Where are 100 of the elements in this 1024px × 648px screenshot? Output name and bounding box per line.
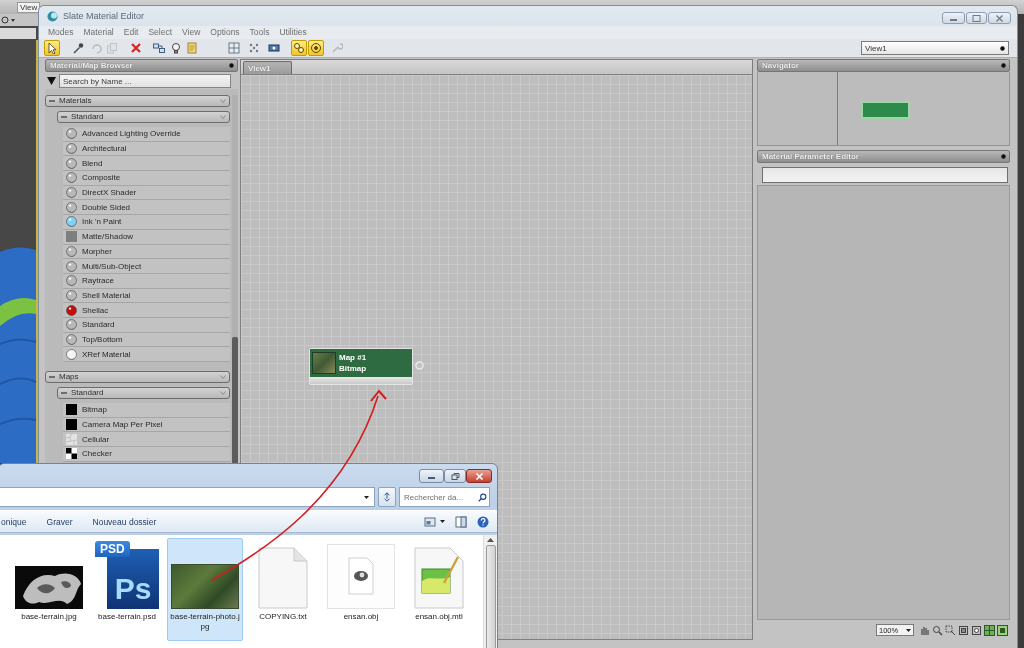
magnifier-icon (932, 624, 943, 636)
file-item[interactable]: ensan.obj.mtl (401, 538, 477, 641)
name-field[interactable] (762, 167, 1008, 183)
node-miniature (861, 101, 910, 119)
browser-item[interactable]: Blend (63, 156, 230, 172)
command-button[interactable]: onique (1, 516, 27, 527)
preview-pane-button[interactable] (455, 515, 467, 528)
menu-item[interactable]: View (182, 27, 201, 38)
panel-title: Material Parameter Editor (762, 151, 859, 162)
group-header[interactable]: Standard (57, 387, 230, 399)
panel-menu-icon[interactable] (229, 63, 234, 68)
address-field[interactable] (0, 487, 375, 507)
chevron-icon (220, 391, 226, 395)
view-options-button[interactable] (424, 515, 445, 528)
close-icon (474, 472, 484, 480)
scrollbar-thumb[interactable] (232, 337, 238, 464)
viewport-label[interactable]: View (17, 2, 41, 13)
dropdown-icon (1000, 45, 1005, 51)
target-icon (310, 42, 322, 54)
toolbar-button[interactable] (308, 40, 324, 56)
panel-menu-icon[interactable] (1001, 63, 1006, 68)
help-button[interactable] (477, 515, 489, 528)
eyedropper-icon (72, 42, 84, 54)
status-button[interactable] (984, 624, 995, 636)
maximize-button[interactable] (966, 12, 987, 24)
bulb-icon (170, 42, 182, 54)
node-title: Map #1 (339, 353, 367, 362)
close-button[interactable] (466, 469, 492, 483)
window-title: Slate Material Editor (63, 11, 146, 21)
search-field[interactable]: Search by Name ... (59, 74, 231, 88)
scroll-up-icon[interactable] (487, 538, 494, 542)
group-header[interactable]: Materials (45, 95, 230, 107)
toolbar-button[interactable] (44, 40, 60, 56)
command-button[interactable]: Nouveau dossier (92, 516, 157, 527)
status-button[interactable] (958, 624, 969, 636)
menu-item[interactable]: Edit (123, 27, 139, 38)
caret-icon (906, 628, 911, 632)
node-type: Bitmap (339, 364, 367, 373)
menu-item[interactable]: Material (83, 27, 114, 38)
file-name: COPYING.txt (258, 612, 308, 622)
scrollbar-thumb[interactable] (485, 545, 496, 648)
panel-menu-icon[interactable] (1001, 154, 1006, 159)
command-button[interactable]: Graver (46, 516, 73, 527)
image-file-icon (414, 547, 464, 609)
caret-icon (440, 520, 445, 523)
grid-icon (228, 42, 240, 54)
app-logo-text: Ps (114, 573, 152, 605)
group-header[interactable]: Maps (45, 371, 230, 383)
pane-icon (455, 515, 467, 528)
browser-item[interactable]: Cellular (63, 432, 230, 448)
browser-item[interactable]: Advanced Lighting Override (63, 127, 230, 142)
minus-icon (61, 114, 67, 120)
status-button[interactable] (971, 624, 982, 636)
menu-item[interactable]: Utilities (279, 27, 307, 38)
app-icon (47, 10, 58, 22)
stacked-pages-icon (106, 42, 118, 54)
toolbar-button[interactable] (151, 40, 167, 56)
maximize-button[interactable] (444, 469, 466, 483)
zoom-region-icon (945, 624, 956, 636)
menu-item[interactable]: Select (148, 27, 173, 38)
refresh-button[interactable] (378, 487, 396, 507)
browser-item[interactable]: XRef Material (63, 347, 230, 362)
status-button[interactable] (945, 624, 956, 636)
group-header[interactable]: Standard (57, 111, 230, 123)
menu-item[interactable]: Tools (249, 27, 270, 38)
file-item[interactable]: ensan.obj (323, 538, 399, 641)
minimize-button[interactable] (419, 469, 444, 483)
heightmap-thumbnail (15, 566, 83, 609)
browser-item[interactable]: Multi/Sub-Object (63, 259, 230, 274)
file-item[interactable]: COPYING.txt (245, 538, 321, 641)
file-name: base-terrain.psd (97, 612, 157, 622)
file-name: ensan.obj.mtl (414, 612, 464, 622)
maximize-icon (972, 14, 981, 22)
file-name: base-terrain.jpg (20, 612, 78, 622)
minimize-button[interactable] (942, 12, 965, 24)
map-node[interactable]: Map #1 Bitmap (309, 348, 413, 385)
close-button[interactable] (988, 12, 1011, 24)
browser-item[interactable]: Checker (63, 447, 230, 462)
browser-item[interactable]: Double Sided (63, 200, 230, 216)
help-icon (477, 515, 489, 528)
menu-item[interactable]: Modes (48, 27, 74, 38)
browser-item[interactable]: Composite (63, 171, 230, 186)
photo-placeholder (171, 564, 239, 609)
zoom-selected-icon (971, 624, 982, 636)
caret-icon (364, 495, 369, 499)
browser-item[interactable]: Ink 'n Paint (63, 215, 230, 230)
toolbar-button[interactable] (291, 40, 307, 56)
status-button[interactable] (997, 624, 1008, 636)
browser-item[interactable]: Bitmap (63, 403, 230, 418)
dropdown-arrow-icon[interactable] (47, 77, 56, 85)
file-item[interactable]: PSD Ps base-terrain.psd (89, 538, 165, 641)
file-item[interactable]: base-terrain-photo.jpg (167, 538, 243, 641)
menu-item[interactable]: Options (210, 27, 240, 38)
file-item[interactable]: base-terrain.jpg (11, 538, 87, 641)
file-name: base-terrain-photo.jpg (169, 612, 241, 632)
object-file-icon (327, 544, 395, 609)
browser-item[interactable]: Shellac (63, 303, 230, 318)
status-button[interactable] (932, 624, 943, 636)
minus-icon (61, 390, 67, 396)
view-dropdown[interactable]: View1 (861, 41, 1009, 55)
